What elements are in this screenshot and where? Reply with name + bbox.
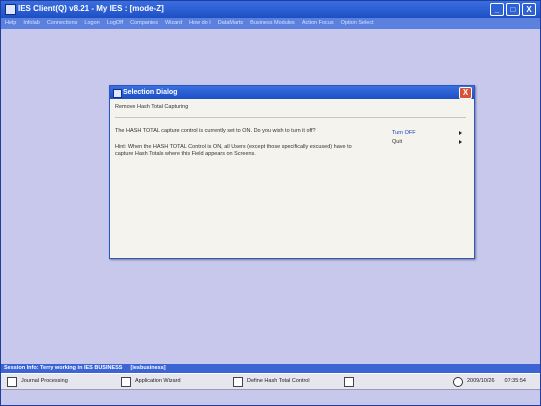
grid-icon <box>7 376 17 387</box>
maximize-button[interactable]: □ <box>506 3 520 16</box>
menu-option-select[interactable]: Option Select <box>341 18 374 29</box>
dialog-title-bar: Selection Dialog X <box>110 86 474 99</box>
wizard-icon <box>233 376 243 387</box>
session-company: [iesbusiness] <box>130 365 166 371</box>
dialog-body: Remove Hash Total Capturing The HASH TOT… <box>110 99 474 258</box>
option-quit-label: Quit <box>392 139 403 145</box>
dialog-heading: Remove Hash Total Capturing <box>115 104 189 110</box>
status-area: Session Info: Terry working in IES BUSIN… <box>1 361 540 405</box>
menu-business-modules[interactable]: Business Modules <box>250 18 295 29</box>
clock-icon <box>453 376 463 387</box>
dialog-message: The HASH TOTAL capture control is curren… <box>115 128 316 134</box>
option-turn-off-label: Turn OFF <box>392 130 416 136</box>
title-bar: IES Client(Q) v8.21 - My IES : [mode-Z] … <box>1 1 540 18</box>
menu-datamarts[interactable]: DataMarts <box>218 18 243 29</box>
selection-dialog: Selection Dialog X Remove Hash Total Cap… <box>109 85 475 259</box>
window-icon <box>344 376 354 387</box>
window-icon <box>121 376 131 387</box>
option-quit[interactable]: Quit <box>392 138 462 146</box>
task-empty[interactable] <box>344 374 354 389</box>
dialog-hint: Hint: When the HASH TOTAL Control is ON,… <box>115 144 352 157</box>
dialog-title: Selection Dialog <box>123 89 178 96</box>
menu-connections[interactable]: Connections <box>47 18 78 29</box>
menu-logon[interactable]: Logon <box>84 18 99 29</box>
menu-wizard[interactable]: Wizard <box>165 18 182 29</box>
dialog-close-button[interactable]: X <box>459 87 472 99</box>
minimize-button[interactable]: _ <box>490 3 504 16</box>
window-title: IES Client(Q) v8.21 - My IES : [mode-Z] <box>18 4 164 13</box>
dialog-icon <box>113 89 122 98</box>
task-label: Journal Processing <box>21 378 68 384</box>
session-info: Session Info: Terry working in IES BUSIN… <box>4 365 123 371</box>
app-window: IES Client(Q) v8.21 - My IES : [mode-Z] … <box>0 0 541 406</box>
chevron-right-icon <box>459 140 462 144</box>
task-define-hash-total[interactable]: Define Hash Total Control <box>233 374 310 389</box>
task-label: Define Hash Total Control <box>247 378 310 384</box>
menu-action-focus[interactable]: Action Focus <box>302 18 334 29</box>
clock-area: 2009/10/26 07:35:54 <box>453 374 526 389</box>
task-bar: Journal Processing Application Wizard De… <box>1 373 540 390</box>
task-journal-processing[interactable]: Journal Processing <box>7 374 68 389</box>
close-button[interactable]: X <box>522 3 536 16</box>
chevron-right-icon <box>459 131 462 135</box>
workspace: Selection Dialog X Remove Hash Total Cap… <box>1 29 540 361</box>
menu-help[interactable]: Help <box>5 18 16 29</box>
menu-infolab[interactable]: Infolab <box>23 18 40 29</box>
menu-bar: Help Infolab Connections Logon LogOff Co… <box>1 18 540 29</box>
option-turn-off[interactable]: Turn OFF <box>392 129 462 137</box>
window-controls: _ □ X <box>490 3 536 16</box>
status-time: 07:35:54 <box>504 378 526 384</box>
task-label: Application Wizard <box>135 378 181 384</box>
menu-logoff[interactable]: LogOff <box>107 18 123 29</box>
menu-how-do-i[interactable]: How do I <box>189 18 211 29</box>
app-icon <box>5 4 16 15</box>
task-application-wizard[interactable]: Application Wizard <box>121 374 181 389</box>
session-info-bar: Session Info: Terry working in IES BUSIN… <box>1 364 540 373</box>
menu-companies[interactable]: Companies <box>130 18 158 29</box>
dialog-separator <box>115 117 466 118</box>
status-date: 2009/10/26 <box>467 378 495 384</box>
